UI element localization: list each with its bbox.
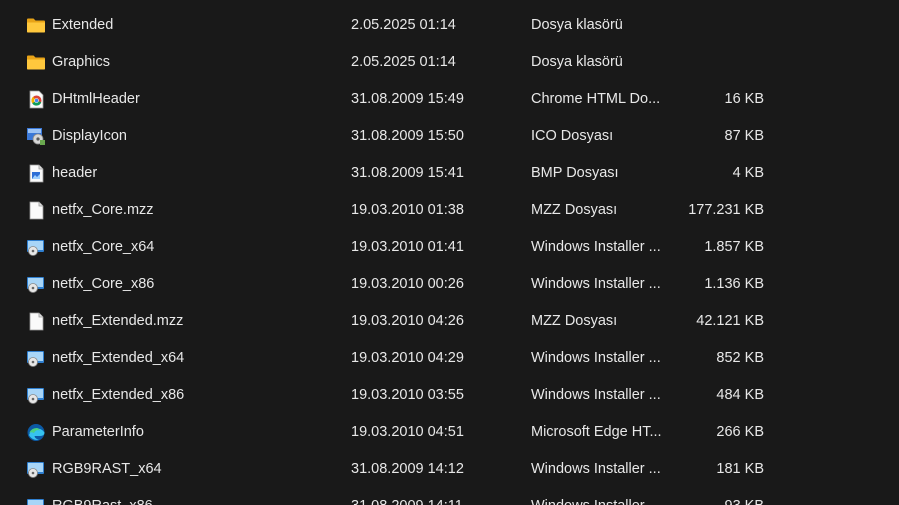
file-date-modified: 19.03.2010 01:38 — [351, 202, 464, 218]
file-row[interactable]: netfx_Extended.mzz 19.03.2010 04:26 MZZ Do… — [0, 303, 899, 340]
file-name: netfx_Core_x86 — [52, 276, 155, 292]
file-name: netfx_Extended.mzz — [52, 313, 184, 329]
file-date-modified: 19.03.2010 03:55 — [351, 387, 464, 403]
blank-file-icon — [26, 201, 46, 220]
file-row[interactable]: netfx_Core_x86 19.03.2010 00:26 Windows In… — [0, 266, 899, 303]
file-size: 1.136 KB — [704, 276, 764, 292]
msi-installer-icon — [26, 460, 46, 479]
file-date-modified: 31.08.2009 14:11 — [351, 488, 521, 505]
edge-html-icon — [26, 423, 46, 442]
file-type: Dosya klasörü — [531, 54, 623, 70]
file-type: Windows Installer ... — [531, 387, 661, 403]
file-date-modified: 19.03.2010 04:29 — [351, 350, 464, 366]
file-row[interactable]: header 31.08.2009 15:41 BMP Dosyası 4 KB — [0, 155, 899, 192]
file-row[interactable]: Graphics 2.05.2025 01:14 Dosya klasörü — [0, 44, 899, 81]
file-size — [670, 7, 764, 44]
file-size: 177.231 KB — [688, 202, 764, 218]
file-name: netfx_Extended_x86 — [52, 387, 185, 403]
file-name: DisplayIcon — [52, 128, 127, 144]
file-row[interactable]: DisplayIcon 31.08.2009 15:50 ICO Dosyası 87… — [0, 118, 899, 155]
file-size: 1.857 KB — [704, 239, 764, 255]
file-date-modified: 31.08.2009 15:41 — [351, 165, 464, 181]
file-date-modified: 31.08.2009 15:49 — [351, 91, 464, 107]
file-size: 42.121 KB — [696, 313, 764, 329]
file-size: 181 KB — [716, 461, 764, 477]
file-row[interactable]: netfx_Core_x64 19.03.2010 01:41 Windows In… — [0, 229, 899, 266]
file-type: Windows Installer ... — [531, 350, 661, 366]
msi-installer-icon — [26, 386, 46, 405]
file-row[interactable]: ParameterInfo 19.03.2010 04:51 Microsoft E… — [0, 414, 899, 451]
msi-installer-icon — [26, 349, 46, 368]
file-name: netfx_Core_x64 — [52, 239, 155, 255]
file-row[interactable]: RGB9RAST_x64 31.08.2009 14:12 Windows Inst… — [0, 451, 899, 488]
file-date-modified: 2.05.2025 01:14 — [351, 54, 456, 70]
msi-installer-icon — [26, 238, 46, 257]
file-row[interactable]: netfx_Extended_x86 19.03.2010 03:55 Window… — [0, 377, 899, 414]
file-date-modified: 19.03.2010 04:51 — [351, 424, 464, 440]
file-type: Chrome HTML Do... — [531, 91, 661, 107]
file-type: Windows Installer ... — [531, 488, 667, 505]
file-date-modified: 2.05.2025 01:14 — [351, 17, 456, 33]
file-name: netfx_Extended_x64 — [52, 350, 185, 366]
ico-file-icon — [26, 127, 46, 146]
msi-installer-icon — [26, 275, 46, 294]
file-date-modified: 19.03.2010 00:26 — [351, 276, 464, 292]
file-row[interactable]: netfx_Core.mzz 19.03.2010 01:38 MZZ Dosyas… — [0, 192, 899, 229]
file-date-modified: 31.08.2009 15:50 — [351, 128, 464, 144]
file-type: MZZ Dosyası — [531, 202, 618, 218]
file-size — [670, 44, 764, 81]
file-name: Extended — [52, 17, 114, 33]
file-type: Dosya klasörü — [531, 17, 623, 33]
file-name: RGB9Rast_x86 — [52, 488, 342, 505]
file-size: 266 KB — [716, 424, 764, 440]
chrome-html-icon — [26, 90, 46, 109]
file-row[interactable]: netfx_Extended_x64 19.03.2010 04:29 Window… — [0, 340, 899, 377]
file-name: Graphics — [52, 54, 111, 70]
file-size: 484 KB — [716, 387, 764, 403]
msi-installer-icon — [26, 497, 46, 505]
file-size: 93 KB — [670, 488, 765, 505]
blank-file-icon — [26, 312, 46, 331]
file-type: BMP Dosyası — [531, 165, 619, 181]
file-size: 87 KB — [724, 128, 765, 144]
file-name: header — [52, 165, 98, 181]
folder-icon — [26, 16, 46, 35]
file-type: Windows Installer ... — [531, 276, 661, 292]
file-size: 852 KB — [716, 350, 764, 366]
folder-icon — [26, 53, 46, 72]
file-date-modified: 31.08.2009 14:12 — [351, 461, 464, 477]
file-row[interactable]: DHtmlHeader 31.08.2009 15:49 Chrome HTML D… — [0, 81, 899, 118]
file-name: RGB9RAST_x64 — [52, 461, 162, 477]
file-name: ParameterInfo — [52, 424, 144, 440]
file-type: MZZ Dosyası — [531, 313, 618, 329]
file-size: 16 KB — [724, 91, 765, 107]
file-list: Extended 2.05.2025 01:14 Dosya klasörü Grap… — [0, 0, 899, 505]
file-row[interactable]: Extended 2.05.2025 01:14 Dosya klasörü — [0, 7, 899, 44]
file-type: Microsoft Edge HT... — [531, 424, 662, 440]
file-row[interactable]: RGB9Rast_x86 31.08.2009 14:11 Windows Inst… — [0, 488, 899, 505]
file-name: netfx_Core.mzz — [52, 202, 154, 218]
file-name: DHtmlHeader — [52, 91, 140, 107]
file-size: 4 KB — [732, 165, 764, 181]
bmp-file-icon — [26, 164, 46, 183]
file-type: Windows Installer ... — [531, 239, 661, 255]
file-date-modified: 19.03.2010 04:26 — [351, 313, 464, 329]
file-type: Windows Installer ... — [531, 461, 661, 477]
file-type: ICO Dosyası — [531, 128, 614, 144]
file-date-modified: 19.03.2010 01:41 — [351, 239, 464, 255]
